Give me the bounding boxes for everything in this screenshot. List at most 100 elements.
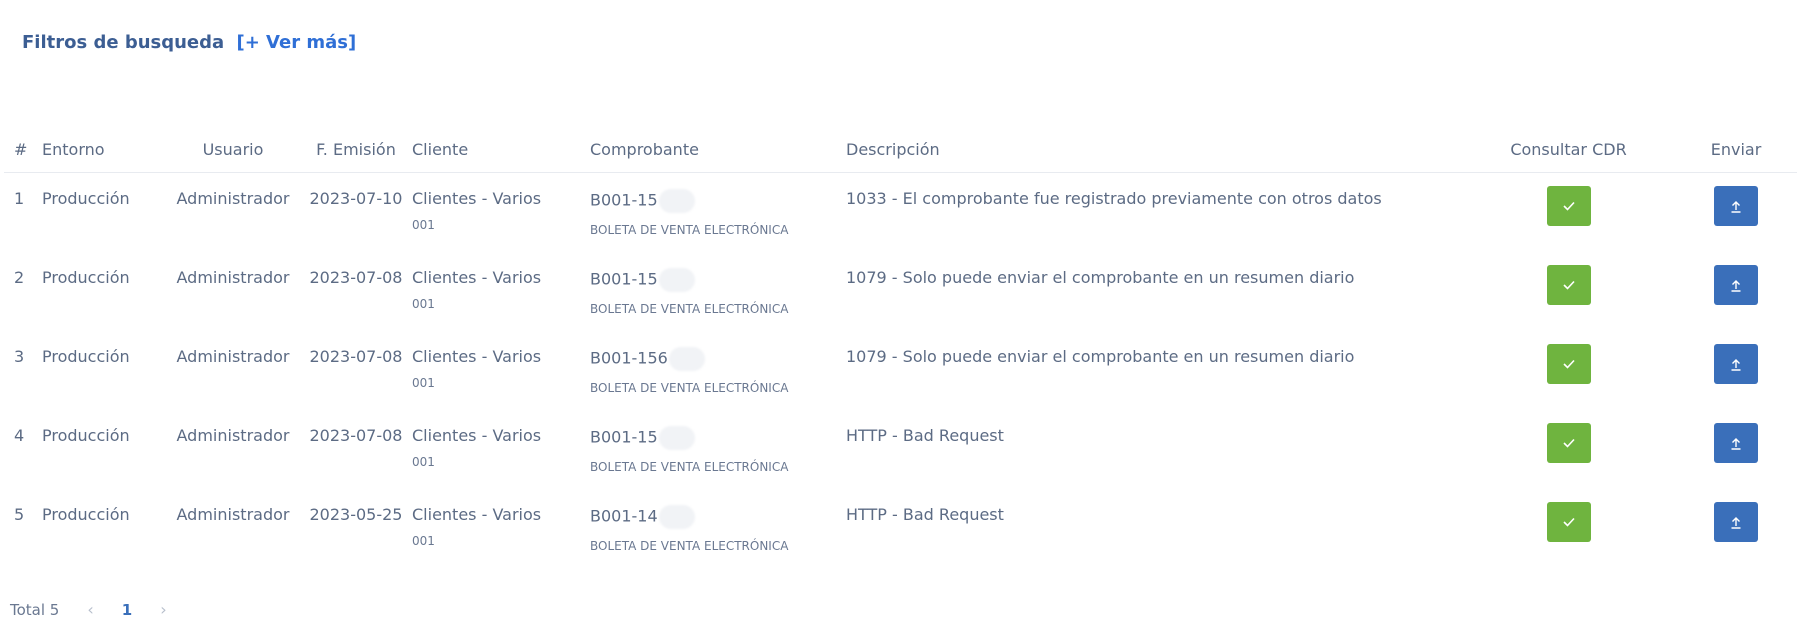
- cell-comprobante: B001-156 BOLETA DE VENTA ELECTRÓNICA: [590, 331, 846, 410]
- consultar-cdr-button[interactable]: [1546, 502, 1591, 542]
- cell-comprobante: B001-14 BOLETA DE VENTA ELECTRÓNICA: [590, 489, 846, 568]
- documents-table: # Entorno Usuario F. Emisión Cliente Com…: [4, 126, 1797, 568]
- enviar-button[interactable]: [1714, 423, 1758, 463]
- col-header-cliente: Cliente: [412, 126, 590, 173]
- table-row: 1 Producción Administrador 2023-07-10 Client…: [4, 173, 1797, 253]
- redacted-blur: [668, 347, 705, 371]
- cell-entorno: Producción: [42, 347, 130, 366]
- chevron-right-icon[interactable]: ›: [160, 600, 166, 619]
- cell-consultar-cdr: [1462, 173, 1675, 253]
- enviar-button[interactable]: [1714, 344, 1758, 384]
- consultar-cdr-button[interactable]: [1546, 423, 1591, 463]
- pagination: Total 5 ‹ 1 ›: [10, 600, 167, 619]
- row-number: 1: [14, 189, 25, 208]
- cell-cliente: Clientes - Varios 001: [412, 410, 590, 489]
- table-row: 2 Producción Administrador 2023-07-08 Client…: [4, 252, 1797, 331]
- comprobante-type: BOLETA DE VENTA ELECTRÓNICA: [590, 302, 789, 316]
- cliente-name: Clientes - Varios: [412, 268, 542, 287]
- cell-descripcion: 1079 - Solo puede enviar el comprobante …: [846, 268, 1355, 287]
- cell-descripcion: HTTP - Bad Request: [846, 426, 1004, 445]
- filters-label: Filtros de busqueda: [22, 32, 225, 53]
- redacted-blur: [658, 268, 695, 292]
- upload-icon: [1731, 279, 1741, 292]
- cell-enviar: [1675, 252, 1797, 331]
- redacted-blur: [658, 189, 695, 213]
- col-header-entorno: Entorno: [42, 126, 166, 173]
- comprobante-number: B001-156: [590, 348, 668, 368]
- cell-emision: 2023-07-10: [309, 189, 403, 208]
- col-header-number: #: [4, 126, 42, 173]
- col-header-consultar-cdr: Consultar CDR: [1462, 126, 1675, 173]
- cell-usuario: Administrador: [176, 426, 290, 445]
- cell-usuario: Administrador: [176, 268, 290, 287]
- check-icon: [1562, 438, 1575, 448]
- comprobante-type: BOLETA DE VENTA ELECTRÓNICA: [590, 223, 789, 237]
- cell-enviar: [1675, 489, 1797, 568]
- comprobante-number: B001-15: [590, 190, 658, 210]
- cell-comprobante: B001-15 BOLETA DE VENTA ELECTRÓNICA: [590, 410, 846, 489]
- cell-consultar-cdr: [1462, 410, 1675, 489]
- cell-entorno: Producción: [42, 426, 130, 445]
- cell-descripcion: HTTP - Bad Request: [846, 505, 1004, 524]
- cliente-name: Clientes - Varios: [412, 347, 542, 366]
- comprobante-number: B001-15: [590, 427, 658, 447]
- comprobante-type: BOLETA DE VENTA ELECTRÓNICA: [590, 381, 789, 395]
- cell-entorno: Producción: [42, 268, 130, 287]
- row-number: 3: [14, 347, 25, 366]
- cliente-code: 001: [412, 297, 435, 311]
- cliente-code: 001: [412, 376, 435, 390]
- cell-entorno: Producción: [42, 189, 130, 208]
- cliente-name: Clientes - Varios: [412, 189, 542, 208]
- cell-comprobante: B001-15 BOLETA DE VENTA ELECTRÓNICA: [590, 173, 846, 253]
- table-header-row: # Entorno Usuario F. Emisión Cliente Com…: [4, 126, 1797, 173]
- cell-consultar-cdr: [1462, 252, 1675, 331]
- cliente-name: Clientes - Varios: [412, 426, 542, 445]
- consultar-cdr-button[interactable]: [1546, 186, 1591, 226]
- col-header-usuario: Usuario: [166, 126, 300, 173]
- search-filters-header: Filtros de busqueda [+ Ver más]: [22, 32, 356, 53]
- cell-enviar: [1675, 331, 1797, 410]
- col-header-comprobante: Comprobante: [590, 126, 846, 173]
- cell-emision: 2023-07-08: [309, 347, 403, 366]
- row-number: 2: [14, 268, 25, 287]
- comprobante-type: BOLETA DE VENTA ELECTRÓNICA: [590, 460, 789, 474]
- cell-emision: 2023-07-08: [309, 268, 403, 287]
- row-number: 4: [14, 426, 25, 445]
- cell-usuario: Administrador: [176, 189, 290, 208]
- chevron-left-icon[interactable]: ‹: [87, 600, 93, 619]
- col-header-descripcion: Descripción: [846, 126, 1462, 173]
- comprobante-type: BOLETA DE VENTA ELECTRÓNICA: [590, 539, 789, 553]
- table-row: 5 Producción Administrador 2023-05-25 Client…: [4, 489, 1797, 568]
- cliente-code: 001: [412, 534, 435, 548]
- check-icon: [1562, 517, 1575, 527]
- enviar-button[interactable]: [1714, 186, 1758, 226]
- redacted-blur: [658, 505, 695, 529]
- cell-descripcion: 1033 - El comprobante fue registrado pre…: [846, 189, 1382, 208]
- row-number: 5: [14, 505, 25, 524]
- upload-icon: [1731, 516, 1741, 529]
- enviar-button[interactable]: [1714, 265, 1758, 305]
- check-icon: [1562, 201, 1575, 211]
- cliente-code: 001: [412, 218, 435, 232]
- comprobante-number: B001-14: [590, 506, 658, 526]
- total-count: Total 5: [10, 600, 60, 619]
- consultar-cdr-button[interactable]: [1546, 344, 1591, 384]
- table-row: 4 Producción Administrador 2023-07-08 Client…: [4, 410, 1797, 489]
- cell-cliente: Clientes - Varios 001: [412, 252, 590, 331]
- col-header-emision: F. Emisión: [300, 126, 412, 173]
- cell-usuario: Administrador: [176, 347, 290, 366]
- cell-descripcion: 1079 - Solo puede enviar el comprobante …: [846, 347, 1355, 366]
- redacted-blur: [658, 426, 695, 450]
- consultar-cdr-button[interactable]: [1546, 265, 1591, 305]
- cell-consultar-cdr: [1462, 489, 1675, 568]
- cell-enviar: [1675, 173, 1797, 253]
- col-header-enviar: Enviar: [1675, 126, 1797, 173]
- see-more-filters-link[interactable]: [+ Ver más]: [236, 32, 356, 53]
- cell-cliente: Clientes - Varios 001: [412, 173, 590, 253]
- enviar-button[interactable]: [1714, 502, 1758, 542]
- page-1-button[interactable]: 1: [122, 601, 132, 619]
- upload-icon: [1731, 358, 1741, 371]
- comprobante-number: B001-15: [590, 269, 658, 289]
- table-row: 3 Producción Administrador 2023-07-08 Client…: [4, 331, 1797, 410]
- cell-entorno: Producción: [42, 505, 130, 524]
